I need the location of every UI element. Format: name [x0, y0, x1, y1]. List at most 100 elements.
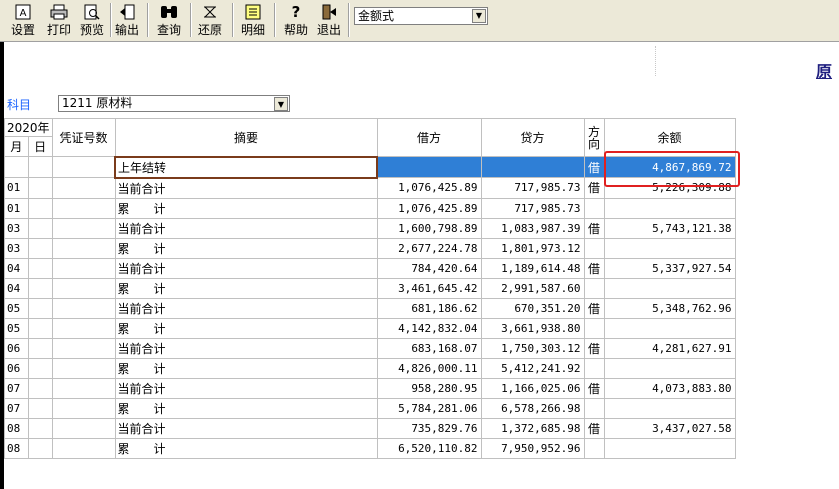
- day-cell[interactable]: [27, 277, 53, 299]
- debit-cell[interactable]: 4,826,000.11: [376, 357, 482, 379]
- summary-cell[interactable]: 当前合计: [114, 337, 378, 359]
- balance-cell[interactable]: 4,073,883.80: [603, 377, 736, 399]
- summary-cell[interactable]: 累 计: [114, 237, 378, 259]
- direction-cell[interactable]: 借: [583, 297, 605, 319]
- credit-cell[interactable]: [480, 156, 585, 178]
- balance-cell[interactable]: [603, 317, 736, 339]
- voucher-cell[interactable]: [51, 237, 116, 259]
- table-row[interactable]: 03 累 计 2,677,224.78 1,801,973.12: [4, 237, 736, 259]
- direction-cell[interactable]: [583, 357, 605, 379]
- voucher-cell[interactable]: [51, 417, 116, 439]
- day-cell[interactable]: [27, 357, 53, 379]
- month-cell[interactable]: 08: [4, 437, 29, 459]
- summary-cell[interactable]: 当前合计: [114, 177, 378, 199]
- export-button[interactable]: 输出: [112, 1, 142, 39]
- voucher-cell[interactable]: [51, 377, 116, 399]
- voucher-cell[interactable]: [51, 257, 116, 279]
- table-row[interactable]: 07 当前合计 958,280.95 1,166,025.06 借 4,073,883.8…: [4, 377, 736, 399]
- debit-cell[interactable]: 683,168.07: [376, 337, 482, 359]
- debit-cell[interactable]: 2,677,224.78: [376, 237, 482, 259]
- direction-cell[interactable]: [583, 397, 605, 419]
- debit-cell[interactable]: 735,829.76: [376, 417, 482, 439]
- day-cell[interactable]: [27, 217, 53, 239]
- balance-cell[interactable]: 4,281,627.91: [603, 337, 736, 359]
- direction-cell[interactable]: 借: [583, 177, 605, 199]
- table-row[interactable]: 07 累 计 5,784,281.06 6,578,266.98: [4, 397, 736, 419]
- print-button[interactable]: 打印: [44, 1, 74, 39]
- balance-cell[interactable]: [603, 237, 736, 259]
- restore-button[interactable]: 还原: [195, 1, 225, 39]
- debit-cell[interactable]: 1,076,425.89: [376, 197, 482, 219]
- credit-cell[interactable]: 5,412,241.92: [480, 357, 585, 379]
- debit-cell[interactable]: [376, 156, 482, 178]
- query-button[interactable]: 查询: [154, 1, 184, 39]
- day-cell[interactable]: [27, 337, 53, 359]
- summary-cell[interactable]: 上年结转: [114, 155, 379, 179]
- voucher-cell[interactable]: [51, 177, 116, 199]
- month-cell[interactable]: 01: [4, 197, 29, 219]
- month-cell[interactable]: 03: [4, 217, 29, 239]
- debit-cell[interactable]: 784,420.64: [376, 257, 482, 279]
- direction-cell[interactable]: [583, 237, 605, 259]
- table-row[interactable]: 06 当前合计 683,168.07 1,750,303.12 借 4,281,627.9…: [4, 337, 736, 359]
- credit-cell[interactable]: 717,985.73: [480, 197, 585, 219]
- month-cell[interactable]: 05: [4, 297, 29, 319]
- balance-cell[interactable]: [603, 357, 736, 379]
- debit-cell[interactable]: 681,186.62: [376, 297, 482, 319]
- credit-cell[interactable]: 1,750,303.12: [480, 337, 585, 359]
- summary-cell[interactable]: 累 计: [114, 277, 378, 299]
- debit-cell[interactable]: 1,600,798.89: [376, 217, 482, 239]
- month-cell[interactable]: 07: [4, 377, 29, 399]
- direction-cell[interactable]: [583, 277, 605, 299]
- summary-cell[interactable]: 累 计: [114, 437, 378, 459]
- credit-cell[interactable]: 1,801,973.12: [480, 237, 585, 259]
- direction-cell[interactable]: 借: [583, 257, 605, 279]
- debit-cell[interactable]: 6,520,110.82: [376, 437, 482, 459]
- summary-cell[interactable]: 当前合计: [114, 257, 378, 279]
- voucher-cell[interactable]: [51, 337, 116, 359]
- balance-cell[interactable]: [603, 197, 736, 219]
- balance-cell[interactable]: 5,337,927.54: [603, 257, 736, 279]
- credit-cell[interactable]: 1,189,614.48: [480, 257, 585, 279]
- table-row[interactable]: 01 累 计 1,076,425.89 717,985.73: [4, 197, 736, 219]
- credit-cell[interactable]: 717,985.73: [480, 177, 585, 199]
- exit-button[interactable]: 退出: [314, 1, 344, 39]
- summary-cell[interactable]: 当前合计: [114, 217, 378, 239]
- voucher-cell[interactable]: [51, 357, 116, 379]
- day-cell[interactable]: [27, 297, 53, 319]
- day-cell[interactable]: [27, 377, 53, 399]
- summary-cell[interactable]: 当前合计: [114, 297, 378, 319]
- credit-cell[interactable]: 3,661,938.80: [480, 317, 585, 339]
- chevron-down-icon[interactable]: ▼: [274, 97, 288, 111]
- voucher-cell[interactable]: [51, 297, 116, 319]
- direction-cell[interactable]: 借: [583, 217, 605, 239]
- day-cell[interactable]: [27, 417, 53, 439]
- direction-cell[interactable]: [583, 317, 605, 339]
- voucher-cell[interactable]: [51, 217, 116, 239]
- table-row[interactable]: 06 累 计 4,826,000.11 5,412,241.92: [4, 357, 736, 379]
- table-row[interactable]: 08 当前合计 735,829.76 1,372,685.98 借 3,437,027.5…: [4, 417, 736, 439]
- summary-cell[interactable]: 当前合计: [114, 377, 378, 399]
- debit-cell[interactable]: 4,142,832.04: [376, 317, 482, 339]
- summary-cell[interactable]: 当前合计: [114, 417, 378, 439]
- detail-button[interactable]: 明细: [238, 1, 268, 39]
- direction-cell[interactable]: [583, 437, 605, 459]
- credit-cell[interactable]: 1,372,685.98: [480, 417, 585, 439]
- format-select[interactable]: 金额式 ▼: [354, 7, 488, 25]
- table-row[interactable]: 04 累 计 3,461,645.42 2,991,587.60: [4, 277, 736, 299]
- summary-cell[interactable]: 累 计: [114, 397, 378, 419]
- voucher-cell[interactable]: [51, 397, 116, 419]
- summary-cell[interactable]: 累 计: [114, 197, 378, 219]
- voucher-cell[interactable]: [51, 437, 116, 459]
- account-select[interactable]: 1211 原材料 ▼: [58, 95, 290, 112]
- month-cell[interactable]: 07: [4, 397, 29, 419]
- settings-button[interactable]: A 设置: [8, 1, 38, 39]
- month-cell[interactable]: 04: [4, 277, 29, 299]
- day-cell[interactable]: [27, 257, 53, 279]
- voucher-cell[interactable]: [51, 317, 116, 339]
- table-row[interactable]: 04 当前合计 784,420.64 1,189,614.48 借 5,337,927.5…: [4, 257, 736, 279]
- day-cell[interactable]: [27, 437, 53, 459]
- table-row[interactable]: 05 累 计 4,142,832.04 3,661,938.80: [4, 317, 736, 339]
- help-button[interactable]: ? 帮助: [281, 1, 311, 39]
- balance-cell[interactable]: 5,743,121.38: [603, 217, 736, 239]
